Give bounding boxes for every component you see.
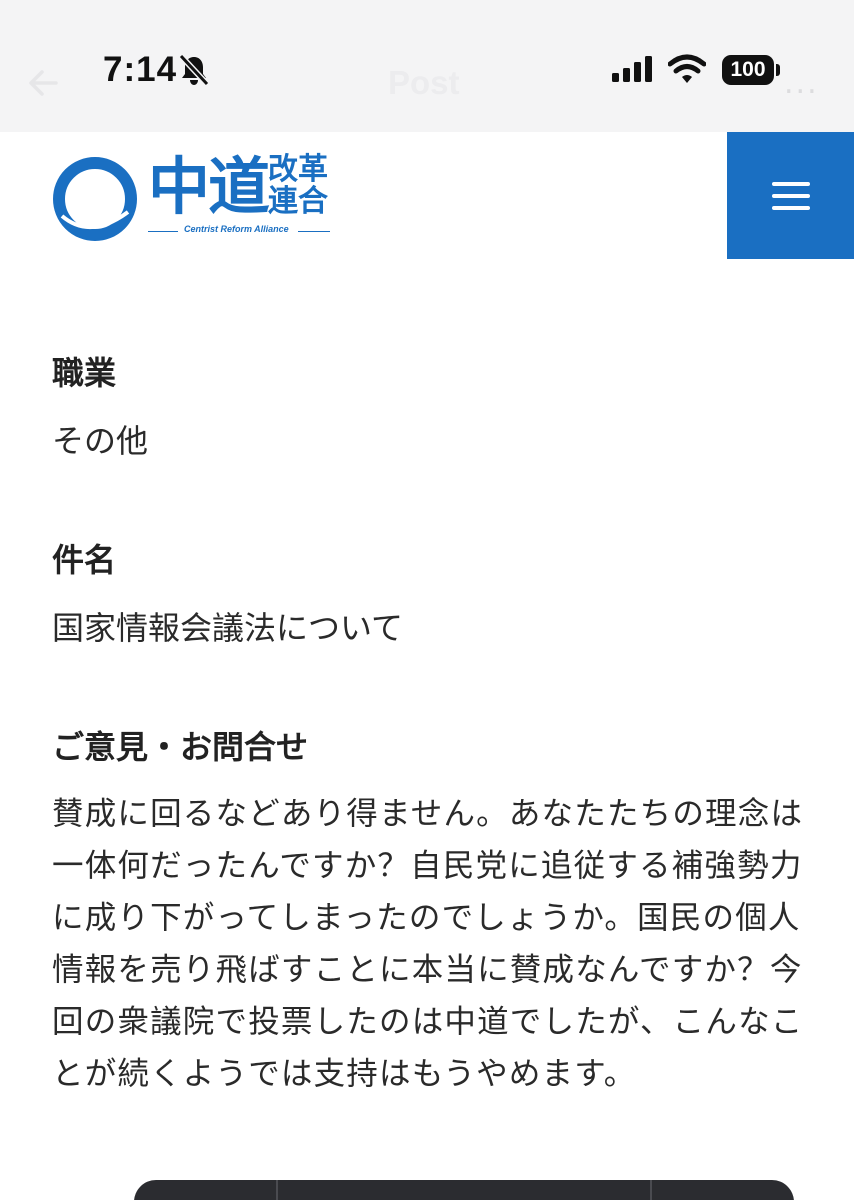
screen: 7:14 Post 100 ... 中道 改革連合 Centrist Refor… xyxy=(0,0,854,1200)
subject-value: 国家情報会議法について xyxy=(52,609,404,647)
toolbar-divider xyxy=(276,1180,278,1200)
occupation-value: その他 xyxy=(52,422,149,460)
inquiry-details: 職業 その他 件名 国家情報会議法について ご意見・お問合せ 賛成に回るなどあり… xyxy=(0,0,854,1200)
message-label: ご意見・お問合せ xyxy=(52,728,309,766)
message-body: 賛成に回るなどあり得ません。あなたたちの理念は一体何だったんですか？自民党に追従… xyxy=(52,796,804,1092)
clipped-previous-value xyxy=(52,242,172,264)
occupation-label: 職業 xyxy=(52,354,117,392)
toolbar-divider xyxy=(650,1180,652,1200)
bottom-toolbar[interactable] xyxy=(134,1180,794,1200)
subject-label: 件名 xyxy=(52,541,117,579)
